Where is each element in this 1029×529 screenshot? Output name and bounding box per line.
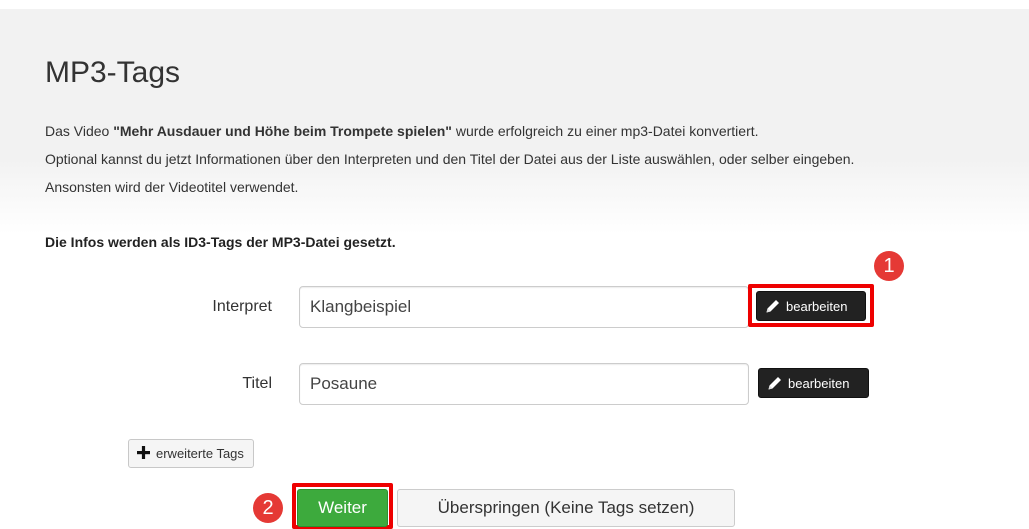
intro-line-3: Ansonsten wird der Videotitel verwendet.: [45, 179, 299, 195]
intro-line-1-suffix: wurde erfolgreich zu einer mp3-Datei kon…: [451, 123, 759, 139]
pencil-icon: [767, 375, 783, 391]
page-title: MP3-Tags: [45, 56, 181, 89]
titel-label: Titel: [242, 375, 272, 392]
top-strip: [0, 0, 1029, 9]
step-badge-2: 2: [253, 493, 283, 523]
extended-tags-button[interactable]: erweiterte Tags: [128, 439, 254, 468]
continue-button[interactable]: Weiter: [297, 489, 388, 527]
video-title: "Mehr Ausdauer und Höhe beim Trompete sp…: [113, 123, 452, 139]
intro-line-1: Das Video "Mehr Ausdauer und Höhe beim T…: [45, 117, 1025, 145]
titel-edit-button[interactable]: bearbeiten: [758, 368, 869, 398]
titel-input[interactable]: [299, 363, 749, 405]
titel-edit-label: bearbeiten: [788, 375, 850, 391]
plus-icon: [137, 445, 150, 462]
intro-line-1-prefix: Das Video: [45, 123, 114, 139]
extended-tags-label: erweiterte Tags: [156, 446, 244, 461]
interpret-edit-label: bearbeiten: [786, 298, 848, 314]
interpret-label: Interpret: [212, 298, 272, 315]
intro-text: Das Video "Mehr Ausdauer und Höhe beim T…: [45, 117, 1025, 201]
interpret-input[interactable]: [299, 286, 749, 328]
skip-button[interactable]: Überspringen (Keine Tags setzen): [397, 489, 735, 527]
id3-note: Die Infos werden als ID3-Tags der MP3-Da…: [45, 234, 396, 250]
pencil-icon: [765, 298, 781, 314]
step-badge-1: 1: [874, 251, 904, 281]
interpret-edit-button[interactable]: bearbeiten: [756, 291, 866, 321]
intro-line-2: Optional kannst du jetzt Informationen ü…: [45, 151, 855, 167]
